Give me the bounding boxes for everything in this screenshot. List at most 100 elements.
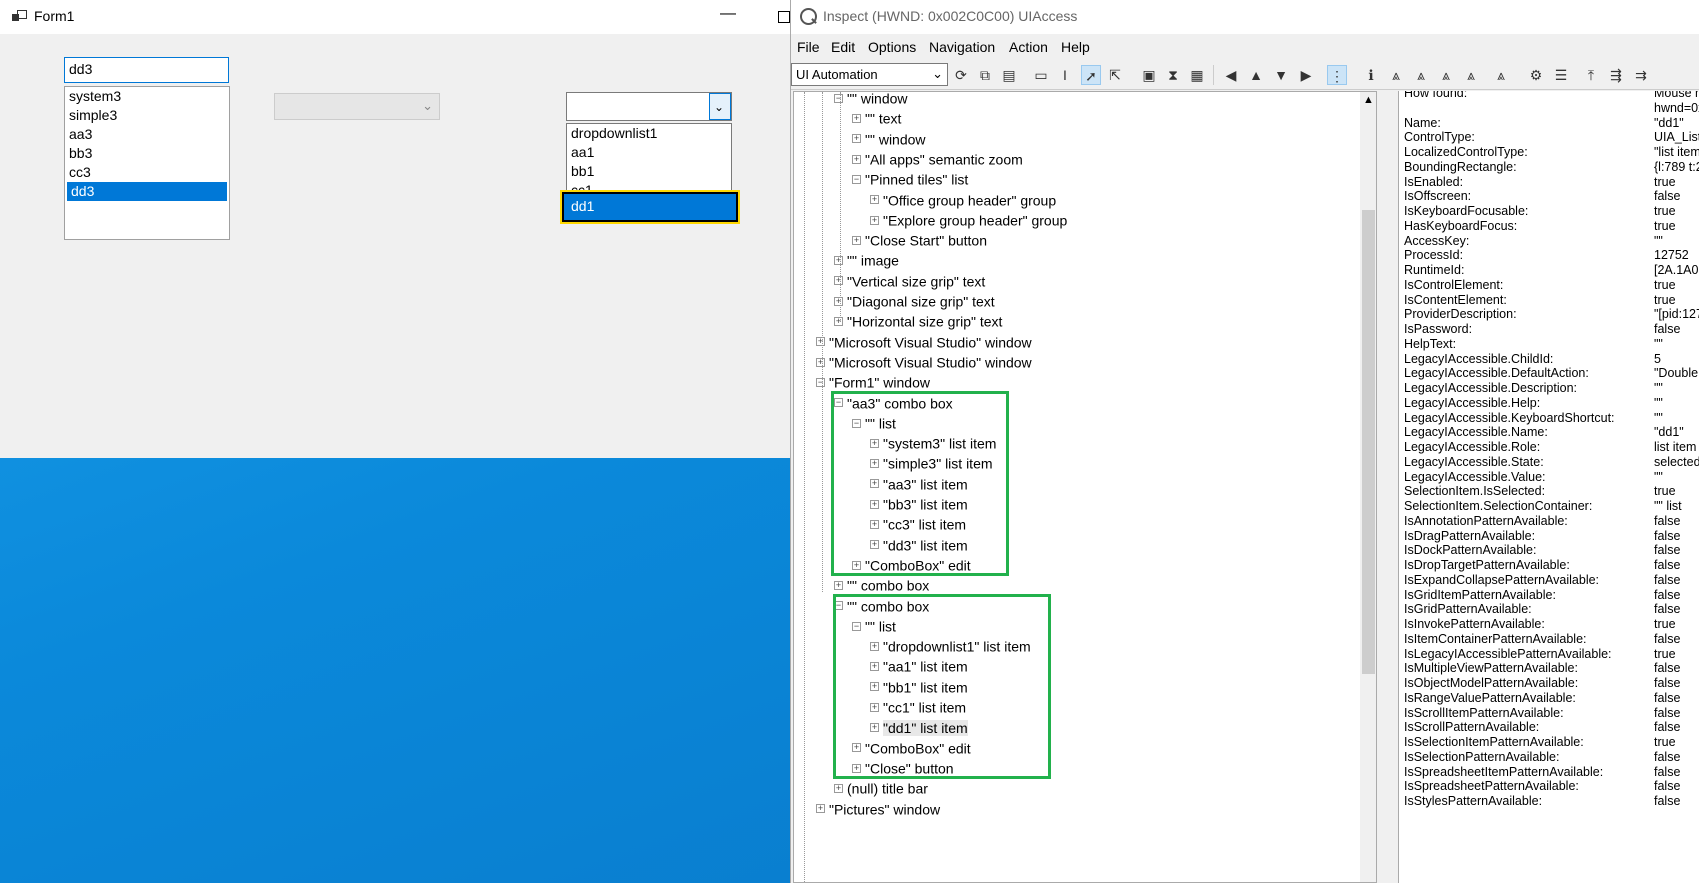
property-row[interactable]: IsSpreadsheetPatternAvailable: false [1404,778,1699,794]
tree-view-icon[interactable]: ⋮ [1327,65,1347,85]
tree-node[interactable]: + "Microsoft Visual Studio" window [816,332,1032,350]
expand-icon[interactable]: + [852,134,861,144]
property-row[interactable]: IsDropTargetPatternAvailable: false [1404,557,1699,573]
tree-node[interactable]: + (null) title bar [834,778,928,796]
property-row[interactable]: IsScrollItemPatternAvailable: false [1404,705,1699,721]
menu-action[interactable]: Action [1009,39,1048,55]
combo3-item-dropdownlist1[interactable]: dropdownlist1 [567,124,731,143]
property-row[interactable]: hwnd=0x [1404,100,1699,116]
combo1-item-bb3[interactable]: bb3 [65,144,229,163]
expand-icon[interactable]: + [852,235,861,245]
property-row[interactable]: IsDockPatternAvailable: false [1404,542,1699,558]
collapse-icon[interactable]: − [816,377,825,387]
property-row[interactable]: LocalizedControlType: "list item [1404,144,1699,160]
refresh-icon[interactable]: ⟳ [951,65,971,85]
combo3-item-dd1-highlighted[interactable]: dd1 [560,190,740,224]
copy-icon[interactable]: ⧉ [975,65,995,85]
property-row[interactable]: SelectionItem.SelectionContainer: "" list [1404,498,1699,514]
collapse-icon[interactable]: − [834,93,843,103]
copy-tree-icon[interactable]: ▤ [999,65,1019,85]
rectangle-icon[interactable]: ▭ [1031,65,1051,85]
combo1-list[interactable]: system3 simple3 aa3 bb3 cc3 dd3 [64,86,230,240]
scroll-thumb[interactable] [1362,210,1375,674]
property-row[interactable]: AccessKey: "" [1404,233,1699,249]
tree-scrollbar[interactable]: ▲ [1360,92,1376,882]
combo1-item-cc3[interactable]: cc3 [65,163,229,182]
expand-icon[interactable]: + [834,580,843,590]
list-icon[interactable]: ☰ [1551,65,1571,85]
tree-node[interactable]: + "Pictures" window [816,799,940,817]
caret-icon[interactable]: I [1055,65,1075,85]
property-row[interactable]: IsGridItemPatternAvailable: false [1404,587,1699,603]
property-row[interactable]: IsOffscreen: false [1404,188,1699,204]
form1-titlebar[interactable]: Form1 — [0,0,820,34]
expand-icon[interactable]: + [870,195,879,205]
property-row[interactable]: IsPassword: false [1404,321,1699,337]
property-row[interactable]: LegacyIAccessible.Description: "" [1404,380,1699,396]
navigate-prev-icon[interactable]: ⩓ [1436,65,1456,85]
expand-up-icon[interactable]: ⤒ [1581,65,1601,85]
tree-node[interactable]: + "Microsoft Visual Studio" window [816,352,1032,370]
expand-icon[interactable]: + [834,296,843,306]
tree-node[interactable]: + "" combo box [834,575,929,593]
combo3-list[interactable]: dropdownlist1 aa1 bb1 cc1 [566,123,732,195]
menu-options[interactable]: Options [868,39,916,55]
property-row[interactable]: IsScrollPatternAvailable: false [1404,719,1699,735]
property-row[interactable]: HelpText: "" [1404,336,1699,352]
cursor-focus-icon[interactable]: ⇱ [1105,65,1125,85]
combo3-dropdown-button[interactable]: ⌄ [709,93,731,120]
expand-icon[interactable]: + [834,317,843,327]
property-row[interactable]: ProviderDescription: "[pid:127 [1404,306,1699,322]
tree-node[interactable]: + "" image [834,250,899,269]
property-row[interactable]: IsContentElement: true [1404,292,1699,308]
tree-node[interactable]: + "" text [852,108,901,127]
menu-help[interactable]: Help [1061,39,1090,55]
expand-icon[interactable]: + [816,804,825,814]
watch-icon[interactable]: ▦ [1187,65,1207,85]
cursor-icon[interactable]: ➚ [1081,65,1101,85]
arrow-right-icon[interactable]: ▶ [1296,65,1316,85]
property-row[interactable]: Name: "dd1" [1404,115,1699,131]
property-row[interactable]: IsItemContainerPatternAvailable: false [1404,631,1699,647]
expand-icon[interactable]: + [852,114,861,124]
tree-node[interactable]: + "Office group header" group [870,190,1056,208]
arrow-down-icon[interactable]: ▼ [1271,65,1291,85]
tree-node[interactable]: + "All apps" semantic zoom [852,149,1023,167]
expand-all-icon[interactable]: ⇶ [1606,65,1626,85]
property-row[interactable]: IsMultipleViewPatternAvailable: false [1404,660,1699,676]
property-row[interactable]: IsEnabled: true [1404,174,1699,190]
combo1-item-system3[interactable]: system3 [65,87,229,106]
navigate-last-icon[interactable]: ⩓ [1491,65,1511,85]
property-row[interactable]: LegacyIAccessible.KeyboardShortcut: "" [1404,410,1699,426]
property-row[interactable]: HasKeyboardFocus: true [1404,218,1699,234]
property-row[interactable]: IsLegacyIAccessiblePatternAvailable: true [1404,646,1699,662]
tree-node[interactable]: + "Horizontal size grip" text [834,311,1002,330]
expand-icon[interactable]: + [834,783,843,793]
property-row[interactable]: IsGridPatternAvailable: false [1404,601,1699,617]
highlight-icon[interactable]: ▣ [1139,65,1159,85]
property-row[interactable]: LegacyIAccessible.DefaultAction: "Double [1404,365,1699,381]
expand-icon[interactable]: + [816,337,825,347]
property-row[interactable]: LegacyIAccessible.Role: list item [1404,439,1699,455]
expand-icon[interactable]: + [870,215,879,225]
mode-select[interactable]: UI Automation ⌄ [791,63,948,86]
expand-icon[interactable]: + [834,256,843,266]
combo1-item-dd3[interactable]: dd3 [67,182,227,201]
property-row[interactable]: IsDragPatternAvailable: false [1404,528,1699,544]
property-row[interactable]: RuntimeId: [2A.1A0 [1404,262,1699,278]
property-row[interactable]: IsObjectModelPatternAvailable: false [1404,675,1699,691]
property-row[interactable]: LegacyIAccessible.ChildId: 5 [1404,351,1699,367]
combo1-edit[interactable]: dd3 [64,57,229,83]
property-row[interactable]: ControlType: UIA_List [1404,129,1699,145]
tree-node[interactable]: + "Vertical size grip" text [834,271,985,289]
combo1-item-aa3[interactable]: aa3 [65,125,229,144]
property-row[interactable]: IsSelectionPatternAvailable: false [1404,749,1699,765]
info-icon[interactable]: ℹ [1361,65,1381,85]
property-row[interactable]: IsAnnotationPatternAvailable: false [1404,513,1699,529]
navigate-next-icon[interactable]: ⩓ [1461,65,1481,85]
tree-node[interactable]: − "Form1" window [816,372,930,390]
arrow-left-icon[interactable]: ◀ [1221,65,1241,85]
expand-icon[interactable]: + [834,276,843,286]
combo3-item-aa1[interactable]: aa1 [567,143,731,162]
menu-file[interactable]: File [797,39,820,55]
